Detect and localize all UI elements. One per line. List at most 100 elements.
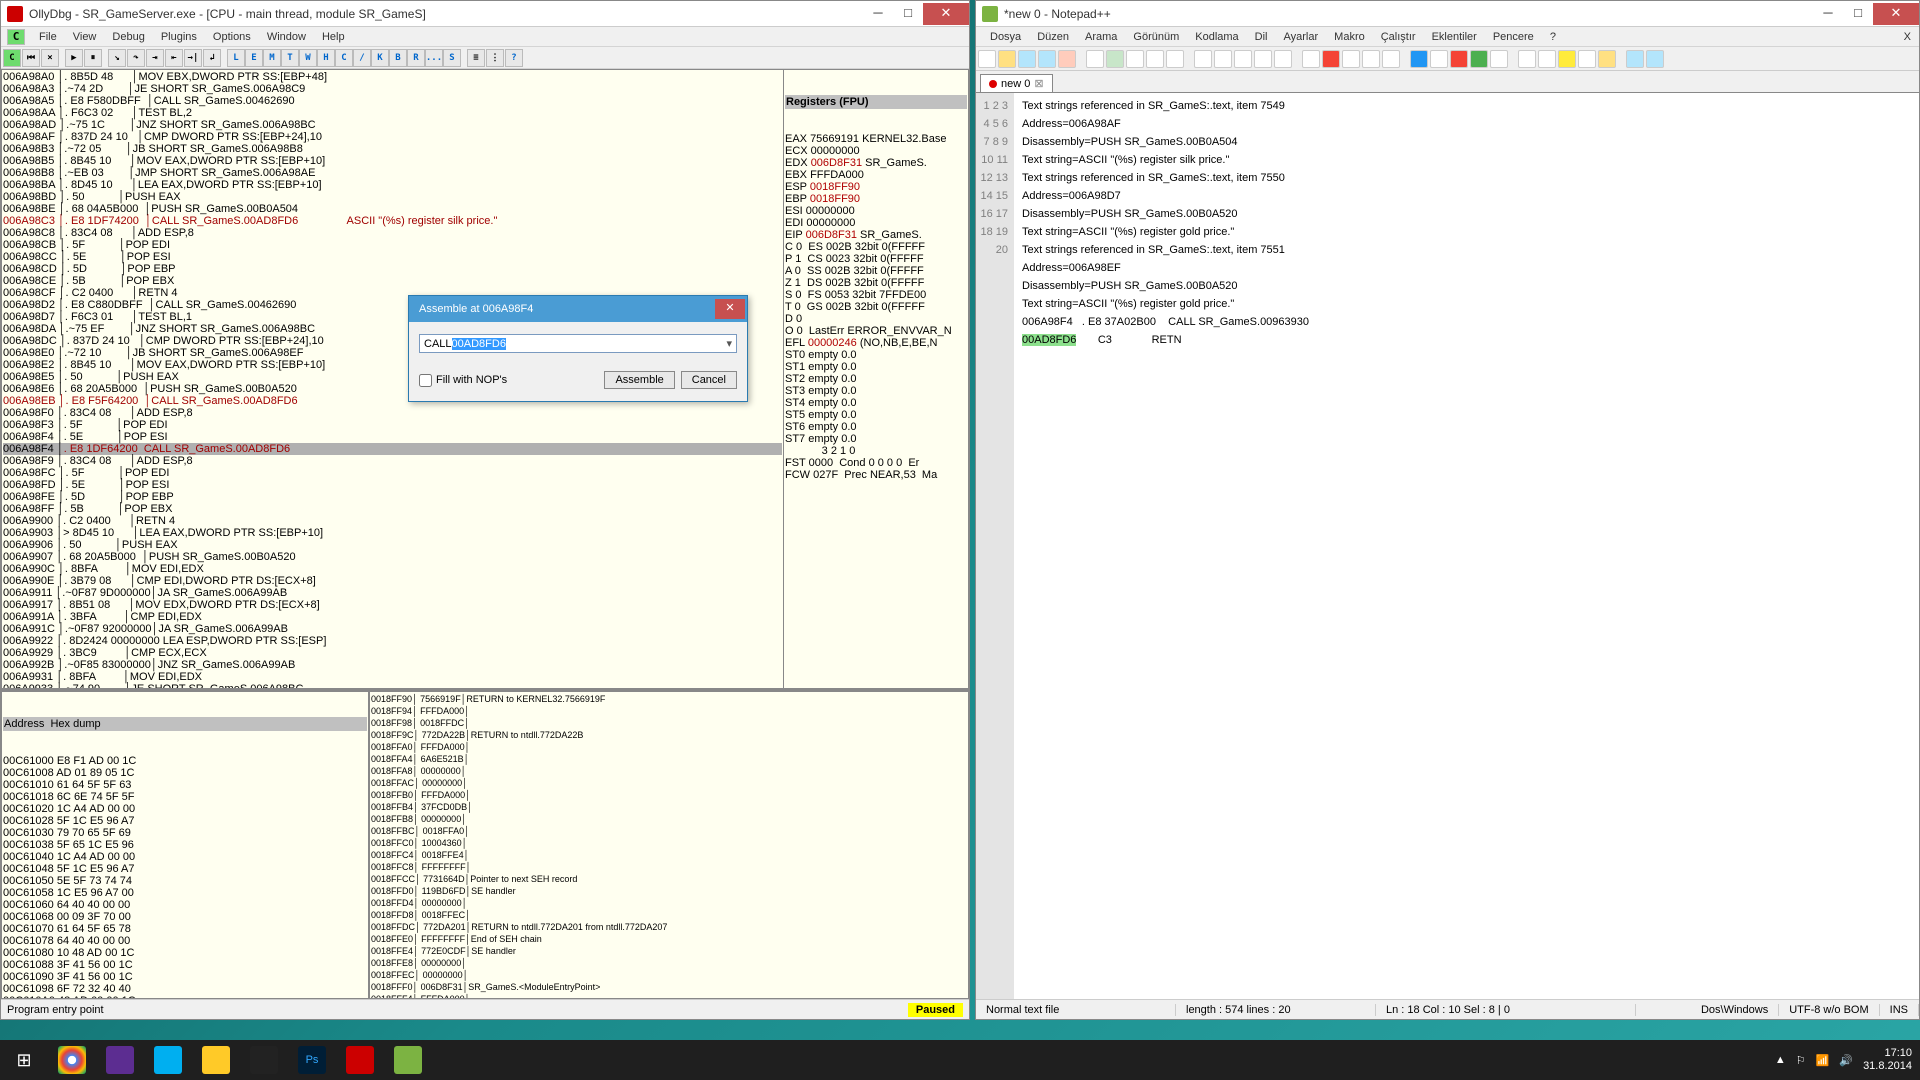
tool-T[interactable]: T [281, 49, 299, 67]
menu-arama[interactable]: Arama [1077, 29, 1125, 45]
tool-opts[interactable]: ⋮ [486, 49, 504, 67]
menu-file[interactable]: File [31, 29, 65, 45]
menu-window[interactable]: Window [259, 29, 314, 45]
taskbar-ollydbg[interactable] [336, 1040, 384, 1080]
npp-tool-7[interactable] [1126, 50, 1144, 68]
tool-E[interactable]: E [245, 49, 263, 67]
maximize-button[interactable]: □ [893, 3, 923, 25]
tool-...[interactable]: ... [425, 49, 443, 67]
fill-nops-checkbox[interactable] [419, 374, 432, 387]
tray-up-icon[interactable]: ▲ [1775, 1054, 1786, 1066]
npp-tool-21[interactable] [1430, 50, 1448, 68]
menu-dil[interactable]: Dil [1247, 29, 1276, 45]
npp-tool-18[interactable] [1362, 50, 1380, 68]
npp-tool-0[interactable] [978, 50, 996, 68]
tool-W[interactable]: W [299, 49, 317, 67]
npp-tool-20[interactable] [1410, 50, 1428, 68]
tool-stepover[interactable]: ↷ [127, 49, 145, 67]
npp-tool-4[interactable] [1058, 50, 1076, 68]
npp-tab-new0[interactable]: new 0 ⊠ [980, 74, 1053, 92]
npp-menu-x[interactable]: X [1896, 29, 1919, 45]
npp-tool-22[interactable] [1450, 50, 1468, 68]
tool-B[interactable]: B [389, 49, 407, 67]
tool-rewind[interactable]: ⏮ [22, 49, 40, 67]
menu-dosya[interactable]: Dosya [982, 29, 1029, 45]
menu-makro[interactable]: Makro [1326, 29, 1373, 45]
tool-C[interactable]: C [335, 49, 353, 67]
tool-help[interactable]: ? [505, 49, 523, 67]
tool-play[interactable]: ▶ [65, 49, 83, 67]
npp-tool-8[interactable] [1146, 50, 1164, 68]
tool-until[interactable]: →| [184, 49, 202, 67]
npp-tool-26[interactable] [1538, 50, 1556, 68]
npp-titlebar[interactable]: *new 0 - Notepad++ ─ □ ✕ [976, 1, 1919, 27]
npp-tool-9[interactable] [1166, 50, 1184, 68]
maximize-button[interactable]: □ [1843, 3, 1873, 25]
npp-tool-23[interactable] [1470, 50, 1488, 68]
tool-trace[interactable]: ⇥ [146, 49, 164, 67]
tool-K[interactable]: K [371, 49, 389, 67]
menu-görünüm[interactable]: Görünüm [1125, 29, 1187, 45]
start-button[interactable]: ⊞ [0, 1040, 48, 1080]
npp-tool-3[interactable] [1038, 50, 1056, 68]
tool-close[interactable]: × [41, 49, 59, 67]
tray-network-icon[interactable]: 📶 [1816, 1054, 1830, 1067]
tool-L[interactable]: L [227, 49, 245, 67]
stack-pane[interactable]: 0018FF90│ 7566919F│RETURN to KERNEL32.75… [369, 691, 969, 999]
npp-tool-14[interactable] [1274, 50, 1292, 68]
menu-plugins[interactable]: Plugins [153, 29, 205, 45]
menu-options[interactable]: Options [205, 29, 259, 45]
tool-list[interactable]: ≡ [467, 49, 485, 67]
menu-pencere[interactable]: Pencere [1485, 29, 1542, 45]
assemble-close-button[interactable]: ✕ [715, 299, 745, 319]
assemble-input[interactable]: CALL 00AD8FD6 ▾ [419, 334, 737, 353]
npp-tool-6[interactable] [1106, 50, 1124, 68]
tool-ret[interactable]: ↲ [203, 49, 221, 67]
npp-tool-27[interactable] [1558, 50, 1576, 68]
npp-tool-29[interactable] [1598, 50, 1616, 68]
menu-?[interactable]: ? [1542, 29, 1564, 45]
npp-tool-31[interactable] [1646, 50, 1664, 68]
npp-tool-24[interactable] [1490, 50, 1508, 68]
tool-R[interactable]: R [407, 49, 425, 67]
tray-volume-icon[interactable]: 🔊 [1839, 1054, 1853, 1067]
npp-tool-28[interactable] [1578, 50, 1596, 68]
tool-c[interactable]: C [3, 49, 21, 67]
taskbar-vs[interactable] [96, 1040, 144, 1080]
npp-tool-16[interactable] [1322, 50, 1340, 68]
close-button[interactable]: ✕ [1873, 3, 1919, 25]
menu-ayarlar[interactable]: Ayarlar [1276, 29, 1327, 45]
menu-eklentiler[interactable]: Eklentiler [1424, 29, 1485, 45]
npp-tool-15[interactable] [1302, 50, 1320, 68]
menu-view[interactable]: View [65, 29, 105, 45]
taskbar-chrome[interactable] [48, 1040, 96, 1080]
npp-tool-10[interactable] [1194, 50, 1212, 68]
tool-S[interactable]: S [443, 49, 461, 67]
npp-tool-11[interactable] [1214, 50, 1232, 68]
close-button[interactable]: ✕ [923, 3, 969, 25]
tool-pause[interactable]: ⏸ [84, 49, 102, 67]
menu-çalıştır[interactable]: Çalıştır [1373, 29, 1424, 45]
taskbar-explorer[interactable] [192, 1040, 240, 1080]
npp-tool-25[interactable] [1518, 50, 1536, 68]
tab-close-icon[interactable]: ⊠ [1034, 77, 1043, 90]
tool-stepinto[interactable]: ↘ [108, 49, 126, 67]
npp-tool-19[interactable] [1382, 50, 1400, 68]
npp-tool-5[interactable] [1086, 50, 1104, 68]
menu-kodlama[interactable]: Kodlama [1187, 29, 1246, 45]
tool-M[interactable]: M [263, 49, 281, 67]
npp-tool-13[interactable] [1254, 50, 1272, 68]
tool-/[interactable]: / [353, 49, 371, 67]
taskbar-notepadpp[interactable] [384, 1040, 432, 1080]
menu-debug[interactable]: Debug [104, 29, 152, 45]
system-tray[interactable]: ▲ ⚐ 📶 🔊 17:10 31.8.2014 [1775, 1047, 1920, 1073]
cancel-button[interactable]: Cancel [681, 371, 737, 389]
hex-dump-pane[interactable]: Address Hex dump 00C61000 E8 F1 AD 00 1C… [1, 691, 369, 999]
npp-tool-1[interactable] [998, 50, 1016, 68]
menu-help[interactable]: Help [314, 29, 353, 45]
npp-tool-30[interactable] [1626, 50, 1644, 68]
assemble-button[interactable]: Assemble [604, 371, 674, 389]
npp-editor[interactable]: 1 2 3 4 5 6 7 8 9 10 11 12 13 14 15 16 1… [976, 93, 1919, 999]
olly-titlebar[interactable]: OllyDbg - SR_GameServer.exe - [CPU - mai… [1, 1, 969, 27]
taskbar-photoshop[interactable]: Ps [288, 1040, 336, 1080]
